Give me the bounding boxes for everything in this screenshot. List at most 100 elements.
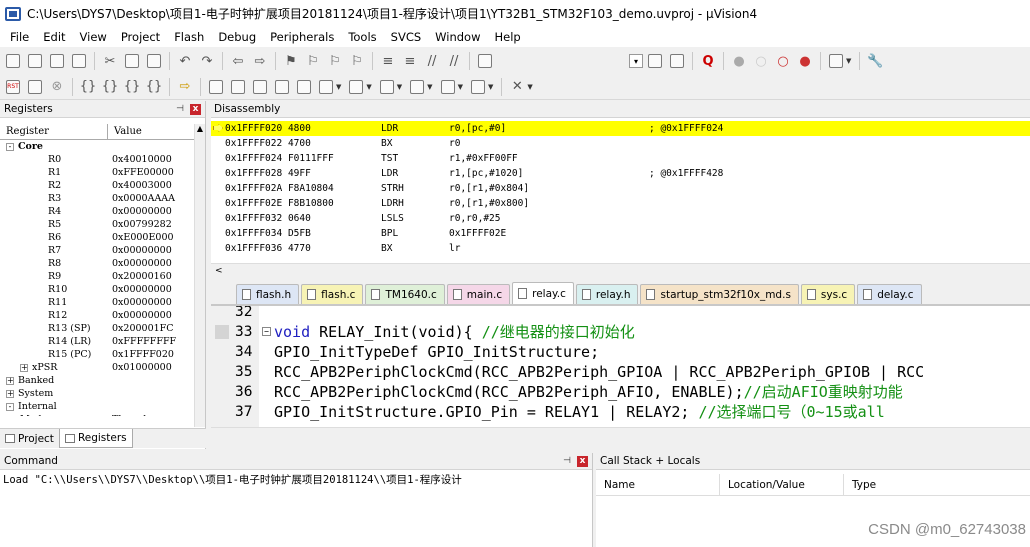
registers-scrollbar[interactable]: ▲ (194, 124, 205, 427)
scroll-up-icon[interactable]: ▲ (195, 124, 205, 133)
register-row[interactable]: R9 0x20000160 (0, 270, 205, 283)
location-value-column-header[interactable]: Location/Value (720, 474, 844, 495)
watch-windows-icon[interactable] (319, 79, 333, 94)
save-icon[interactable] (50, 54, 64, 68)
disassembly-row[interactable]: 0x1FFFF032 0640 LSLS r0,r0,#25 (211, 211, 1030, 226)
bookmark-icon[interactable]: ⚑ (281, 51, 301, 71)
find-icon[interactable] (648, 54, 662, 68)
menu-project[interactable]: Project (114, 27, 167, 47)
value-column-header[interactable]: Value (108, 124, 192, 139)
register-row[interactable]: R1 0xFFE00000 (0, 166, 205, 179)
comment-icon[interactable]: // (422, 51, 442, 71)
menu-view[interactable]: View (73, 27, 114, 47)
menu-edit[interactable]: Edit (36, 27, 72, 47)
register-row[interactable]: Mode Thread (0, 413, 205, 416)
register-row[interactable]: R12 0x00000000 (0, 309, 205, 322)
disassembly-row[interactable]: 0x1FFFF02A F8A10804 STRH r0,[r1,#0x804] (211, 181, 1030, 196)
window-layout-icon[interactable] (829, 54, 843, 68)
disassembly-hscrollbar[interactable]: < (211, 263, 1030, 277)
register-row[interactable]: - Internal (0, 400, 205, 413)
debug-session-icon[interactable]: Q (698, 51, 718, 71)
close-icon[interactable]: x (577, 455, 588, 467)
disassembly-row[interactable]: 0x1FFFF028 49FF LDR r1,[pc,#1020]; @0x1FFF… (211, 166, 1030, 181)
redo-icon[interactable]: ↷ (197, 51, 217, 71)
kill-all-breakpoints-icon[interactable]: ● (795, 51, 815, 71)
tab-relay-c[interactable]: relay.c (512, 282, 574, 304)
chevron-down-icon[interactable]: ▼ (397, 83, 402, 91)
analysis-window-icon[interactable] (410, 79, 425, 94)
menu-file[interactable]: File (3, 27, 36, 47)
register-row[interactable]: R7 0x00000000 (0, 244, 205, 257)
system-viewer-icon[interactable] (470, 79, 485, 94)
tab-startup_stm32f10x_md-s[interactable]: startup_stm32f10x_md.s (640, 284, 799, 304)
menu-debug[interactable]: Debug (211, 27, 263, 47)
toolbox-icon[interactable]: ✕ (507, 77, 527, 97)
menu-peripherals[interactable]: Peripherals (263, 27, 341, 47)
step-over-icon[interactable]: {} (100, 77, 120, 97)
chevron-down-icon[interactable]: ▼ (366, 83, 371, 91)
chevron-down-icon[interactable]: ▼ (336, 83, 341, 91)
configure-icon[interactable]: 🔧 (865, 51, 885, 71)
nav-back-icon[interactable]: ⇦ (228, 51, 248, 71)
register-row[interactable]: R3 0x0000AAAA (0, 192, 205, 205)
next-bookmark-icon[interactable]: ⚐ (325, 51, 345, 71)
chevron-down-icon[interactable]: ▼ (458, 83, 463, 91)
register-column-header[interactable]: Register (0, 124, 108, 139)
register-row[interactable]: R8 0x00000000 (0, 257, 205, 270)
menu-tools[interactable]: Tools (341, 27, 383, 47)
stop-icon[interactable]: ⊗ (47, 77, 67, 97)
reset-cpu-icon[interactable]: RST (6, 79, 20, 94)
disassembly-row[interactable]: 0x1FFFF022 4700 BX r0 (211, 136, 1030, 151)
register-row[interactable]: R13 (SP) 0x200001FC (0, 322, 205, 335)
command-output[interactable]: Load "C:\\Users\\DYS7\\Desktop\\项目1-电子时钟… (0, 470, 592, 489)
register-row[interactable]: + System (0, 387, 205, 400)
disable-all-breakpoints-icon[interactable]: ○ (773, 51, 793, 71)
register-row[interactable]: + Banked (0, 374, 205, 387)
expand-icon[interactable]: + (6, 389, 14, 398)
chevron-down-icon[interactable]: ▼ (846, 57, 851, 65)
register-row[interactable]: R10 0x00000000 (0, 283, 205, 296)
register-row[interactable]: R5 0x00799282 (0, 218, 205, 231)
register-row[interactable]: R6 0xE000E000 (0, 231, 205, 244)
run-icon[interactable] (28, 79, 42, 94)
save-all-icon[interactable] (72, 54, 86, 68)
disassembly-row[interactable]: 0x1FFFF024 F0111FFF TST r1,#0xFF00FF (211, 151, 1030, 166)
disable-breakpoint-icon[interactable]: ○ (751, 51, 771, 71)
registers-window-icon[interactable] (275, 79, 289, 94)
unindent-icon[interactable]: ≡ (400, 51, 420, 71)
disassembly-row[interactable]: 0x1FFFF034 D5FB BPL 0x1FFFF02E (211, 226, 1030, 241)
indent-icon[interactable]: ≡ (378, 51, 398, 71)
call-stack-window-icon[interactable] (297, 79, 311, 94)
disassembly-window-icon[interactable] (231, 79, 245, 94)
register-row[interactable]: R11 0x00000000 (0, 296, 205, 309)
collapse-icon[interactable]: − (262, 327, 271, 336)
menu-window[interactable]: Window (428, 27, 487, 47)
pin-icon[interactable]: ⊣ (176, 104, 184, 114)
clear-bookmarks-icon[interactable]: ⚐ (347, 51, 367, 71)
symbols-window-icon[interactable] (253, 79, 267, 94)
register-row[interactable]: R14 (LR) 0xFFFFFFFF (0, 335, 205, 348)
chevron-down-icon[interactable]: ▼ (527, 83, 532, 91)
register-row[interactable]: R0 0x40010000 (0, 153, 205, 166)
menu-flash[interactable]: Flash (167, 27, 211, 47)
register-row[interactable]: - Core (0, 140, 205, 153)
serial-window-icon[interactable] (379, 79, 394, 94)
step-into-icon[interactable]: {} (78, 77, 98, 97)
editor-hscrollbar[interactable]: < (211, 427, 1030, 430)
register-row[interactable]: + xPSR 0x01000000 (0, 361, 205, 374)
tab-flash-c[interactable]: flash.c (301, 284, 364, 304)
trace-window-icon[interactable] (440, 79, 455, 94)
prev-bookmark-icon[interactable]: ⚐ (303, 51, 323, 71)
tab-delay-c[interactable]: delay.c (857, 284, 922, 304)
chevron-down-icon[interactable]: ▼ (427, 83, 432, 91)
tab-TM1640-c[interactable]: TM1640.c (365, 284, 445, 304)
chevron-down-icon[interactable]: ▼ (488, 83, 493, 91)
disassembly-row[interactable]: 0x1FFFF036 4770 BX lr (211, 241, 1030, 256)
collapse-icon[interactable]: - (6, 402, 14, 411)
collapse-icon[interactable]: - (6, 142, 14, 151)
scroll-left-icon[interactable]: < (211, 430, 227, 431)
tab-flash-h[interactable]: flash.h (236, 284, 300, 304)
type-column-header[interactable]: Type (844, 474, 1030, 495)
register-row[interactable]: R4 0x00000000 (0, 205, 205, 218)
uncomment-icon[interactable]: // (444, 51, 464, 71)
